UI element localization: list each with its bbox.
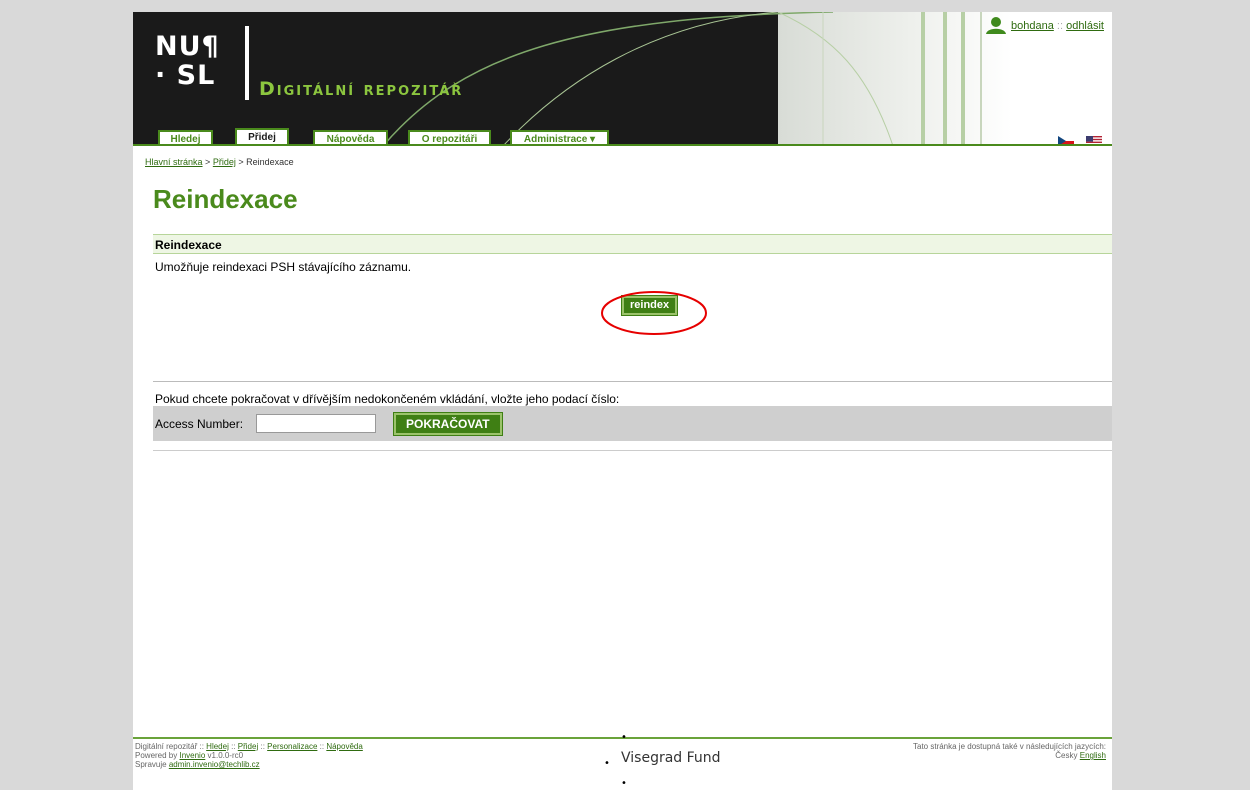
breadcrumb-sep: > (238, 157, 244, 167)
footer-link-search[interactable]: Hledej (206, 742, 229, 751)
section-header: Reindexace (153, 234, 1112, 254)
breadcrumb-sep: > (205, 157, 211, 167)
visegrad-fund-text: Visegrad Fund (621, 750, 721, 766)
highlight-ellipse (601, 291, 707, 335)
footer-lang-czech: Česky (1055, 751, 1078, 760)
access-number-input[interactable] (256, 414, 376, 433)
breadcrumb-current: Reindexace (246, 157, 294, 167)
logo-line1: NU¶ (155, 31, 220, 62)
logo: NU¶ · SL (155, 32, 220, 90)
continue-instructions: Pokud chcete pokračovat v dřívějším nedo… (155, 392, 620, 406)
site-title: Digitální repozitář (259, 78, 464, 100)
user-icon (986, 17, 1006, 34)
footer-right: Tato stránka je dostupná také v následuj… (913, 742, 1106, 760)
logout-link[interactable]: odhlásit (1066, 20, 1104, 32)
divider (153, 450, 1112, 451)
footer-link-add[interactable]: Přidej (238, 742, 258, 751)
breadcrumb-add[interactable]: Přidej (213, 157, 236, 167)
footer-link-personalize[interactable]: Personalizace (267, 742, 317, 751)
footer-maintained-by: Spravuje (135, 760, 167, 769)
divider (153, 381, 1112, 382)
logo-dot: • (621, 732, 627, 743)
footer-invenio-link[interactable]: Invenio (179, 751, 205, 760)
footer-sep: :: (319, 742, 325, 751)
continue-button[interactable]: POKRAČOVAT (393, 412, 503, 436)
user-name-link[interactable]: bohdana (1011, 20, 1054, 32)
footer-email-link[interactable]: admin.invenio@techlib.cz (169, 760, 260, 769)
footer-site-name: Digitální repozitář (135, 742, 198, 751)
logo-line2: · SL (155, 60, 216, 91)
access-number-bar: Access Number: POKRAČOVAT (153, 406, 1112, 441)
footer-left: Digitální repozitář :: Hledej :: Přidej … (135, 742, 363, 769)
footer-sep: :: (260, 742, 265, 751)
footer-language-note: Tato stránka je dostupná také v následuj… (913, 742, 1106, 751)
footer-version: v1.0.0-rc0 (207, 751, 244, 760)
access-number-label: Access Number: (155, 417, 244, 431)
footer-sep: :: (231, 742, 236, 751)
breadcrumb: Hlavní stránka > Přidej > Reindexace (145, 157, 294, 167)
logo-dot: • (604, 758, 610, 769)
user-box: bohdana :: odhlásit (986, 17, 1104, 34)
breadcrumb-home[interactable]: Hlavní stránka (145, 157, 203, 167)
page: NU¶ · SL Digitální repozitář bohdana :: … (133, 12, 1112, 790)
user-separator: :: (1056, 20, 1064, 32)
header: NU¶ · SL Digitální repozitář bohdana :: … (133, 12, 1112, 146)
footer-powered-by: Powered by (135, 751, 178, 760)
logo-divider (245, 26, 249, 100)
footer-lang-english-link[interactable]: English (1080, 751, 1106, 760)
header-underline (133, 144, 1112, 146)
section-description: Umožňuje reindexaci PSH stávajícího zázn… (155, 260, 412, 274)
footer-sep: :: (199, 742, 204, 751)
footer-link-help[interactable]: Nápověda (326, 742, 362, 751)
page-title: Reindexace (153, 184, 298, 214)
logo-dot: • (621, 778, 627, 789)
